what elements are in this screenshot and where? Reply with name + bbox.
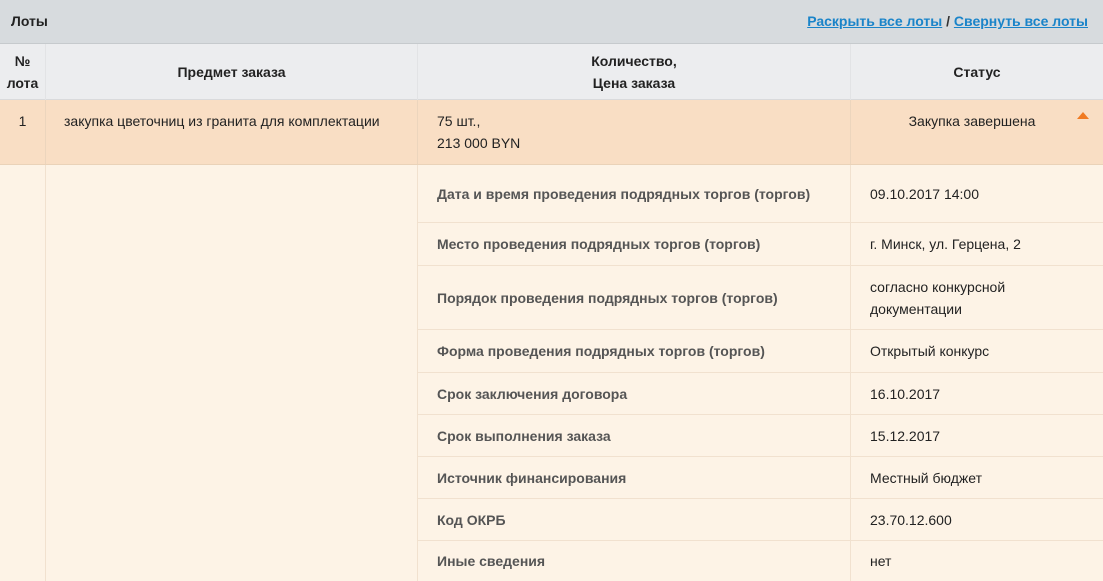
lot-row[interactable]: 1 закупка цветочниц из гранита для компл… — [0, 100, 1103, 165]
column-header-price: Цена заказа — [592, 75, 676, 91]
collapse-all-link[interactable]: Свернуть все лоты — [954, 13, 1088, 29]
lots-panel: Лоты Раскрыть все лоты / Свернуть все ло… — [0, 0, 1103, 581]
column-header-lot-number-line2: лота — [6, 75, 39, 91]
detail-value: 23.70.12.600 — [870, 511, 952, 528]
details-spacer-number — [0, 165, 46, 581]
table-header: № лота Предмет заказа Количество, Цена з… — [0, 44, 1103, 100]
column-header-subject: Предмет заказа — [46, 44, 418, 100]
detail-label: Срок заключения договора — [418, 373, 851, 414]
detail-row-date: Дата и время проведения подрядных торгов… — [418, 165, 1103, 223]
detail-value: 15.12.2017 — [870, 427, 941, 444]
detail-value: согласно конкурсной документации — [870, 278, 1006, 317]
detail-row-funding: Источник финансирования Местный бюджет — [418, 457, 1103, 499]
lot-quantity: 75 шт., — [437, 113, 481, 129]
detail-value: 09.10.2017 14:00 — [870, 185, 979, 202]
column-header-quantity: Количество, — [591, 53, 677, 69]
panel-header: Лоты Раскрыть все лоты / Свернуть все ло… — [0, 0, 1103, 44]
lot-quantity-price: 75 шт., 213 000 BYN — [418, 100, 851, 164]
panel-title: Лоты — [11, 13, 48, 29]
detail-label: Место проведения подрядных торгов (торго… — [418, 223, 851, 265]
column-header-status: Статус — [953, 64, 1001, 80]
detail-label: Срок выполнения заказа — [418, 415, 851, 456]
detail-row-contract-term: Срок заключения договора 16.10.2017 — [418, 373, 1103, 415]
detail-value: Открытый конкурс — [870, 343, 990, 359]
lot-number: 1 — [0, 100, 46, 164]
detail-value: нет — [870, 553, 892, 569]
lot-details: Дата и время проведения подрядных торгов… — [0, 165, 1103, 581]
column-header-lot-number-line1: № — [14, 53, 31, 69]
lot-subject: закупка цветочниц из гранита для комплек… — [46, 100, 418, 164]
details-spacer-subject — [46, 165, 418, 581]
expand-collapse-links: Раскрыть все лоты / Свернуть все лоты — [807, 13, 1088, 29]
links-separator: / — [942, 13, 954, 29]
detail-row-form: Форма проведения подрядных торгов (торго… — [418, 330, 1103, 373]
lot-price: 213 000 BYN — [437, 135, 521, 151]
detail-value: г. Минск, ул. Герцена, 2 — [870, 236, 1021, 252]
expand-all-link[interactable]: Раскрыть все лоты — [807, 13, 942, 29]
column-header-lot-number: № лота — [0, 44, 46, 100]
detail-row-procedure: Порядок проведения подрядных торгов (тор… — [418, 266, 1103, 330]
detail-value: 16.10.2017 — [870, 385, 941, 402]
detail-value: Местный бюджет — [870, 469, 982, 486]
detail-row-place: Место проведения подрядных торгов (торго… — [418, 223, 1103, 266]
column-header-quantity-price: Количество, Цена заказа — [418, 44, 851, 100]
detail-label: Источник финансирования — [418, 457, 851, 498]
lot-status: Закупка завершена — [908, 113, 1036, 129]
detail-row-okrb: Код ОКРБ 23.70.12.600 — [418, 499, 1103, 541]
detail-row-execution-term: Срок выполнения заказа 15.12.2017 — [418, 415, 1103, 457]
detail-label: Форма проведения подрядных торгов (торго… — [418, 330, 851, 372]
detail-label: Дата и время проведения подрядных торгов… — [418, 165, 851, 222]
detail-label: Код ОКРБ — [418, 499, 851, 540]
detail-label: Порядок проведения подрядных торгов (тор… — [418, 266, 851, 329]
triangle-up-icon[interactable] — [1077, 112, 1089, 119]
detail-label: Иные сведения — [418, 541, 851, 581]
detail-row-other: Иные сведения нет — [418, 541, 1103, 581]
